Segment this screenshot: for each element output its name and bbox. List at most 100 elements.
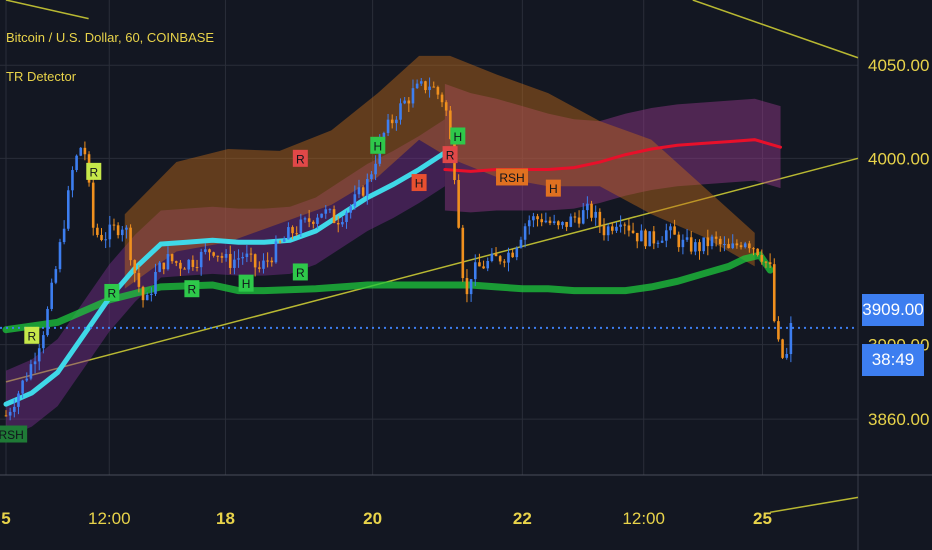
pattern-label-r: R [24, 326, 40, 344]
candle-body [237, 258, 240, 260]
candle-body [116, 225, 120, 236]
candle-body [577, 217, 581, 224]
candle-body [743, 243, 747, 248]
candle-body [652, 231, 656, 244]
candle-body [714, 236, 718, 239]
candle-body [174, 261, 178, 263]
indicator-label[interactable]: TR Detector [6, 69, 76, 84]
candle-body [478, 262, 481, 267]
candle-body [457, 180, 460, 228]
candle-body [469, 279, 473, 295]
price-tick-label: 3860.00 [868, 410, 929, 429]
candle-body [187, 259, 191, 270]
pattern-label-text: H [549, 182, 558, 196]
time-tick-label: 20 [363, 509, 382, 528]
candle-body [46, 308, 49, 336]
candle-body [120, 229, 124, 236]
price-tick-label: 4050.00 [868, 56, 929, 75]
pattern-label-r: R [442, 146, 458, 164]
candle-body [511, 252, 514, 258]
candle-body [523, 226, 527, 240]
candle-body [145, 294, 149, 301]
candle-body [58, 242, 62, 270]
candle-body [561, 221, 564, 226]
candle-body [760, 255, 764, 262]
pattern-label-r: R [292, 263, 308, 281]
candle-body [573, 216, 577, 218]
candle-body [673, 226, 676, 235]
candle-body [208, 249, 211, 253]
candle-body [282, 239, 286, 242]
candle-body [669, 226, 672, 231]
pattern-label-h: H [238, 274, 254, 292]
candle-body [764, 261, 768, 263]
candle-body [29, 364, 33, 379]
candle-body [33, 361, 37, 365]
candle-body [635, 232, 639, 242]
candle-body [490, 253, 494, 261]
candle-body [569, 216, 573, 227]
candle-body [303, 218, 307, 220]
candle-body [507, 252, 510, 263]
candle-body [403, 100, 406, 104]
candle-body [386, 119, 390, 133]
pattern-label-r: R [104, 283, 120, 301]
candle-body [694, 242, 697, 252]
candle-body [664, 230, 668, 241]
candle-body [436, 87, 440, 95]
candle-body [415, 83, 419, 89]
candle-body [199, 251, 203, 268]
candle-body [129, 227, 132, 261]
candle-body [75, 155, 78, 171]
candle-body [166, 254, 170, 270]
candle-body [685, 237, 689, 240]
candle-body [324, 209, 328, 214]
candle-body [349, 206, 352, 213]
time-tick-label: 22 [513, 509, 532, 528]
candle-body [150, 293, 153, 295]
candle-body [748, 243, 751, 249]
candle-body [332, 209, 336, 223]
candle-body [258, 267, 261, 269]
candle-body [133, 260, 137, 274]
candle-body [183, 268, 186, 270]
candle-body [598, 211, 602, 226]
candle-body [444, 102, 448, 111]
candle-body [162, 262, 166, 270]
candle-body [307, 218, 311, 222]
bar-countdown-tag: 38:49 [862, 344, 924, 376]
candle-body [627, 225, 631, 231]
candle-body [295, 233, 298, 235]
candle-body [353, 194, 357, 207]
candle-body [594, 211, 597, 218]
candle-body [710, 236, 714, 247]
pattern-label-text: H [242, 277, 251, 291]
candle-body [590, 203, 593, 218]
pattern-label-h: H [545, 179, 561, 197]
candle-body [100, 234, 103, 241]
candle-body [424, 81, 427, 91]
pattern-label-r: R [292, 149, 308, 167]
candle-body [17, 393, 20, 407]
candle-body [291, 227, 294, 234]
candle-body [473, 262, 477, 280]
candle-body [249, 253, 253, 255]
candle-body [503, 261, 506, 263]
candle-body [71, 170, 74, 191]
candle-body [411, 88, 415, 104]
pattern-label-r: R [86, 162, 102, 180]
pattern-label-text: H [373, 139, 382, 153]
candle-body [527, 220, 531, 227]
candle-body [731, 243, 735, 249]
candle-body [648, 231, 651, 247]
price-chart[interactable]: RSHRRRRHRRHHHRRSHH 4050.004000.003900.00… [0, 0, 932, 550]
candle-body [154, 271, 157, 294]
candle-body [552, 221, 556, 224]
time-tick-label: 12:00 [88, 509, 131, 528]
candle-body [341, 222, 344, 225]
pattern-label-text: H [453, 130, 462, 144]
price-tick-label: 4000.00 [868, 149, 929, 168]
candle-body [50, 282, 53, 309]
candle-body [8, 411, 12, 416]
candle-body [752, 248, 755, 250]
